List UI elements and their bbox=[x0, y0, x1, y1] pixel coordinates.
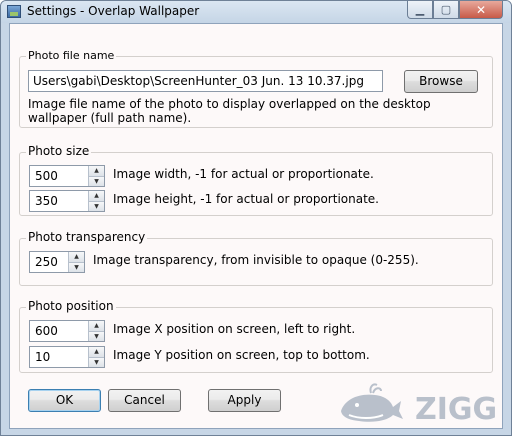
photo-file-group: Photo file name Users\gabi\Desktop\Scree… bbox=[19, 49, 493, 128]
photo-transparency-legend: Photo transparency bbox=[26, 230, 148, 244]
photo-file-desc-line1: Image file name of the photo to display … bbox=[28, 97, 431, 111]
width-stepper[interactable]: 500 ▲ ▼ bbox=[29, 165, 105, 187]
dialog-client-area: Photo file name Users\gabi\Desktop\Scree… bbox=[9, 23, 503, 429]
height-down-arrow-icon[interactable]: ▼ bbox=[88, 201, 104, 211]
width-down-arrow-icon[interactable]: ▼ bbox=[88, 176, 104, 186]
x-up-arrow-icon[interactable]: ▲ bbox=[88, 321, 104, 332]
maximize-button[interactable]: ▢ bbox=[433, 1, 459, 19]
minimize-icon: ▁ bbox=[415, 3, 425, 16]
settings-window: Settings - Overlap Wallpaper ▁ ▢ ✕ Photo… bbox=[0, 0, 512, 436]
photo-position-group: Photo position 600 ▲ ▼ Image X position … bbox=[19, 299, 493, 373]
watermark-text: ZIGG bbox=[415, 392, 497, 427]
photo-path-input[interactable]: Users\gabi\Desktop\ScreenHunter_03 Jun. … bbox=[28, 70, 383, 92]
x-down-arrow-icon[interactable]: ▼ bbox=[88, 331, 104, 341]
y-down-arrow-icon[interactable]: ▼ bbox=[88, 357, 104, 367]
x-position-stepper[interactable]: 600 ▲ ▼ bbox=[29, 320, 105, 342]
close-button[interactable]: ✕ bbox=[459, 1, 503, 19]
width-up-arrow-icon[interactable]: ▲ bbox=[88, 166, 104, 177]
height-value: 350 bbox=[35, 194, 58, 208]
window-title: Settings - Overlap Wallpaper bbox=[27, 4, 200, 18]
width-value: 500 bbox=[35, 169, 58, 183]
y-position-value: 10 bbox=[35, 350, 51, 364]
photo-position-legend: Photo position bbox=[26, 299, 116, 313]
height-stepper[interactable]: 350 ▲ ▼ bbox=[29, 190, 105, 212]
photo-file-desc-line2: wallpaper (full path name). bbox=[28, 111, 192, 125]
photo-size-group: Photo size 500 ▲ ▼ Image width, -1 for a… bbox=[19, 144, 493, 216]
caption-buttons: ▁ ▢ ✕ bbox=[407, 1, 503, 19]
photo-size-legend: Photo size bbox=[26, 144, 92, 158]
photo-transparency-group: Photo transparency 250 ▲ ▼ Image transpa… bbox=[19, 230, 493, 286]
ok-button[interactable]: OK bbox=[28, 389, 101, 412]
transparency-stepper[interactable]: 250 ▲ ▼ bbox=[29, 251, 85, 273]
minimize-button[interactable]: ▁ bbox=[407, 1, 433, 19]
app-icon bbox=[7, 5, 21, 18]
y-position-desc: Image Y position on screen, top to botto… bbox=[113, 348, 370, 362]
apply-button[interactable]: Apply bbox=[208, 389, 281, 412]
title-bar[interactable]: Settings - Overlap Wallpaper ▁ ▢ ✕ bbox=[1, 1, 511, 23]
x-position-value: 600 bbox=[35, 324, 58, 338]
x-position-desc: Image X position on screen, left to righ… bbox=[113, 322, 356, 336]
y-up-arrow-icon[interactable]: ▲ bbox=[88, 347, 104, 358]
height-up-arrow-icon[interactable]: ▲ bbox=[88, 191, 104, 202]
whale-logo-icon: ZIGG bbox=[341, 383, 497, 427]
transparency-desc: Image transparency, from invisible to op… bbox=[93, 253, 419, 267]
transparency-value: 250 bbox=[35, 255, 58, 269]
browse-button[interactable]: Browse bbox=[404, 70, 478, 93]
y-position-stepper[interactable]: 10 ▲ ▼ bbox=[29, 346, 105, 368]
cancel-button[interactable]: Cancel bbox=[108, 389, 181, 412]
width-desc: Image width, -1 for actual or proportion… bbox=[113, 167, 374, 181]
close-icon: ✕ bbox=[475, 2, 487, 17]
photo-file-legend: Photo file name bbox=[26, 49, 117, 62]
maximize-icon: ▢ bbox=[440, 3, 452, 16]
transparency-down-arrow-icon[interactable]: ▼ bbox=[68, 262, 84, 272]
height-desc: Image height, -1 for actual or proportio… bbox=[113, 192, 379, 206]
zigg-watermark: ZIGG bbox=[337, 381, 507, 427]
transparency-up-arrow-icon[interactable]: ▲ bbox=[68, 252, 84, 263]
